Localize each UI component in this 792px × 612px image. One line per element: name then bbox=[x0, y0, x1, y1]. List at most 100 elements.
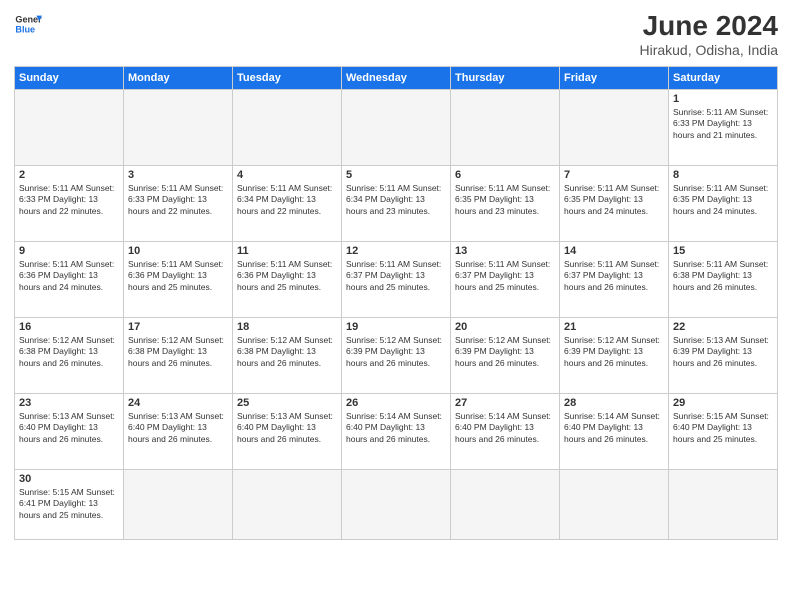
table-row bbox=[15, 90, 124, 166]
day-info: Sunrise: 5:11 AM Sunset: 6:35 PM Dayligh… bbox=[564, 183, 664, 217]
day-info: Sunrise: 5:11 AM Sunset: 6:33 PM Dayligh… bbox=[128, 183, 228, 217]
calendar: Sunday Monday Tuesday Wednesday Thursday… bbox=[14, 66, 778, 540]
day-number: 18 bbox=[237, 321, 337, 333]
table-row: 23Sunrise: 5:13 AM Sunset: 6:40 PM Dayli… bbox=[15, 394, 124, 470]
logo: General Blue bbox=[14, 10, 42, 38]
table-row: 11 Sunrise: 5:11 AM Sunset: 6:36 PM Dayli… bbox=[233, 242, 342, 318]
table-row bbox=[560, 90, 669, 166]
day-info: Sunrise: 5:13 AM Sunset: 6:40 PM Dayligh… bbox=[128, 411, 228, 445]
day-info: Sunrise: 5:12 AM Sunset: 6:39 PM Dayligh… bbox=[346, 335, 446, 369]
day-info: Sunrise: 5:13 AM Sunset: 6:39 PM Dayligh… bbox=[673, 335, 773, 369]
day-info: Sunrise: 5:15 AM Sunset: 6:40 PM Dayligh… bbox=[673, 411, 773, 445]
day-number: 20 bbox=[455, 321, 555, 333]
title-section: June 2024 Hirakud, Odisha, India bbox=[639, 10, 778, 58]
col-sunday: Sunday bbox=[15, 67, 124, 90]
table-row: 9 Sunrise: 5:11 AM Sunset: 6:36 PM Daylig… bbox=[15, 242, 124, 318]
subtitle: Hirakud, Odisha, India bbox=[639, 42, 778, 58]
col-monday: Monday bbox=[124, 67, 233, 90]
day-number: 16 bbox=[19, 321, 119, 333]
col-wednesday: Wednesday bbox=[342, 67, 451, 90]
table-row: 4 Sunrise: 5:11 AM Sunset: 6:34 PM Daylig… bbox=[233, 166, 342, 242]
table-row: 21Sunrise: 5:12 AM Sunset: 6:39 PM Dayli… bbox=[560, 318, 669, 394]
day-number: 27 bbox=[455, 397, 555, 409]
day-number: 11 bbox=[237, 245, 337, 257]
day-number: 24 bbox=[128, 397, 228, 409]
day-info: Sunrise: 5:11 AM Sunset: 6:34 PM Dayligh… bbox=[346, 183, 446, 217]
day-number: 3 bbox=[128, 169, 228, 181]
table-row: 30Sunrise: 5:15 AM Sunset: 6:41 PM Dayli… bbox=[15, 470, 124, 540]
table-row bbox=[233, 470, 342, 540]
table-row bbox=[124, 470, 233, 540]
day-number: 4 bbox=[237, 169, 337, 181]
table-row bbox=[669, 470, 778, 540]
day-info: Sunrise: 5:13 AM Sunset: 6:40 PM Dayligh… bbox=[237, 411, 337, 445]
table-row: 1Sunrise: 5:11 AM Sunset: 6:33 PM Daylig… bbox=[669, 90, 778, 166]
table-row: 17Sunrise: 5:12 AM Sunset: 6:38 PM Dayli… bbox=[124, 318, 233, 394]
table-row: 2 Sunrise: 5:11 AM Sunset: 6:33 PM Daylig… bbox=[15, 166, 124, 242]
table-row: 24 Sunrise: 5:13 AM Sunset: 6:40 PM Dayli… bbox=[124, 394, 233, 470]
day-number: 6 bbox=[455, 169, 555, 181]
day-number: 14 bbox=[564, 245, 664, 257]
table-row: 13 Sunrise: 5:11 AM Sunset: 6:37 PM Dayli… bbox=[451, 242, 560, 318]
day-info: Sunrise: 5:14 AM Sunset: 6:40 PM Dayligh… bbox=[455, 411, 555, 445]
table-row: 19Sunrise: 5:12 AM Sunset: 6:39 PM Dayli… bbox=[342, 318, 451, 394]
table-row: 29 Sunrise: 5:15 AM Sunset: 6:40 PM Dayli… bbox=[669, 394, 778, 470]
table-row: 6 Sunrise: 5:11 AM Sunset: 6:35 PM Daylig… bbox=[451, 166, 560, 242]
table-row: 3 Sunrise: 5:11 AM Sunset: 6:33 PM Daylig… bbox=[124, 166, 233, 242]
day-info: Sunrise: 5:14 AM Sunset: 6:40 PM Dayligh… bbox=[346, 411, 446, 445]
main-title: June 2024 bbox=[639, 10, 778, 42]
col-tuesday: Tuesday bbox=[233, 67, 342, 90]
day-info: Sunrise: 5:12 AM Sunset: 6:38 PM Dayligh… bbox=[237, 335, 337, 369]
day-info: Sunrise: 5:11 AM Sunset: 6:38 PM Dayligh… bbox=[673, 259, 773, 293]
table-row bbox=[451, 470, 560, 540]
day-number: 21 bbox=[564, 321, 664, 333]
day-info: Sunrise: 5:13 AM Sunset: 6:40 PM Dayligh… bbox=[19, 411, 119, 445]
day-number: 8 bbox=[673, 169, 773, 181]
table-row bbox=[124, 90, 233, 166]
day-info: Sunrise: 5:11 AM Sunset: 6:33 PM Dayligh… bbox=[19, 183, 119, 217]
day-info: Sunrise: 5:11 AM Sunset: 6:37 PM Dayligh… bbox=[564, 259, 664, 293]
table-row: 28Sunrise: 5:14 AM Sunset: 6:40 PM Dayli… bbox=[560, 394, 669, 470]
table-row bbox=[233, 90, 342, 166]
table-row: 10Sunrise: 5:11 AM Sunset: 6:36 PM Dayli… bbox=[124, 242, 233, 318]
table-row: 27 Sunrise: 5:14 AM Sunset: 6:40 PM Dayli… bbox=[451, 394, 560, 470]
day-info: Sunrise: 5:11 AM Sunset: 6:35 PM Dayligh… bbox=[673, 183, 773, 217]
day-info: Sunrise: 5:11 AM Sunset: 6:36 PM Dayligh… bbox=[128, 259, 228, 293]
day-number: 9 bbox=[19, 245, 119, 257]
table-row: 18 Sunrise: 5:12 AM Sunset: 6:38 PM Dayli… bbox=[233, 318, 342, 394]
day-number: 13 bbox=[455, 245, 555, 257]
table-row: 22Sunrise: 5:13 AM Sunset: 6:39 PM Dayli… bbox=[669, 318, 778, 394]
table-row: 25Sunrise: 5:13 AM Sunset: 6:40 PM Dayli… bbox=[233, 394, 342, 470]
day-number: 26 bbox=[346, 397, 446, 409]
col-thursday: Thursday bbox=[451, 67, 560, 90]
col-saturday: Saturday bbox=[669, 67, 778, 90]
table-row: 15 Sunrise: 5:11 AM Sunset: 6:38 PM Dayli… bbox=[669, 242, 778, 318]
day-number: 2 bbox=[19, 169, 119, 181]
table-row bbox=[342, 470, 451, 540]
table-row: 7Sunrise: 5:11 AM Sunset: 6:35 PM Daylig… bbox=[560, 166, 669, 242]
table-row bbox=[342, 90, 451, 166]
day-info: Sunrise: 5:11 AM Sunset: 6:37 PM Dayligh… bbox=[346, 259, 446, 293]
day-info: Sunrise: 5:11 AM Sunset: 6:37 PM Dayligh… bbox=[455, 259, 555, 293]
day-number: 28 bbox=[564, 397, 664, 409]
table-row: 12 Sunrise: 5:11 AM Sunset: 6:37 PM Dayli… bbox=[342, 242, 451, 318]
day-info: Sunrise: 5:11 AM Sunset: 6:36 PM Dayligh… bbox=[19, 259, 119, 293]
day-info: Sunrise: 5:11 AM Sunset: 6:36 PM Dayligh… bbox=[237, 259, 337, 293]
day-info: Sunrise: 5:11 AM Sunset: 6:34 PM Dayligh… bbox=[237, 183, 337, 217]
day-number: 30 bbox=[19, 473, 119, 485]
day-number: 12 bbox=[346, 245, 446, 257]
day-number: 29 bbox=[673, 397, 773, 409]
svg-text:Blue: Blue bbox=[15, 24, 35, 34]
table-row: 14 Sunrise: 5:11 AM Sunset: 6:37 PM Dayli… bbox=[560, 242, 669, 318]
day-number: 15 bbox=[673, 245, 773, 257]
calendar-header-row: Sunday Monday Tuesday Wednesday Thursday… bbox=[15, 67, 778, 90]
table-row: 16Sunrise: 5:12 AM Sunset: 6:38 PM Dayli… bbox=[15, 318, 124, 394]
day-number: 5 bbox=[346, 169, 446, 181]
table-row: 5 Sunrise: 5:11 AM Sunset: 6:34 PM Daylig… bbox=[342, 166, 451, 242]
day-info: Sunrise: 5:11 AM Sunset: 6:35 PM Dayligh… bbox=[455, 183, 555, 217]
table-row: 20Sunrise: 5:12 AM Sunset: 6:39 PM Dayli… bbox=[451, 318, 560, 394]
day-number: 17 bbox=[128, 321, 228, 333]
table-row bbox=[560, 470, 669, 540]
header: General Blue June 2024 Hirakud, Odisha, … bbox=[14, 10, 778, 58]
day-info: Sunrise: 5:11 AM Sunset: 6:33 PM Dayligh… bbox=[673, 107, 773, 141]
